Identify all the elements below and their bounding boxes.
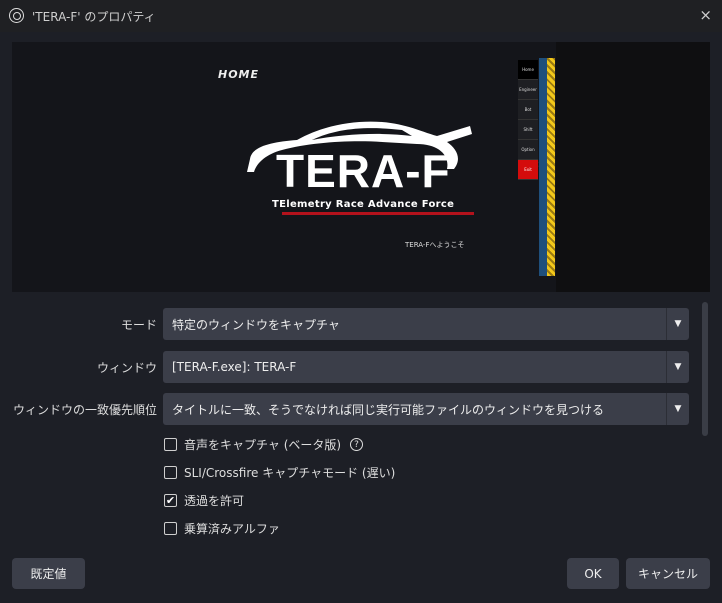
captured-window: HOME TERA-F TElemetry Race Advance Force… [12, 42, 556, 292]
checkbox-box[interactable] [164, 466, 177, 479]
logo-text: TERA-F [276, 145, 451, 197]
welcome-text: TERA-Fへようこそ [405, 241, 465, 249]
side-menu: Home Engineer Bot Shift Option Exit [518, 60, 538, 180]
menu-item-home: Home [518, 60, 538, 80]
sli-crossfire-checkbox[interactable]: SLI/Crossfire キャプチャモード (遅い) [164, 464, 395, 481]
checkbox-label: 乗算済みアルファ [184, 522, 280, 536]
home-heading: HOME [218, 68, 260, 81]
priority-label: ウィンドウの一致優先順位 [12, 403, 157, 417]
window-title: 'TERA-F' のプロパティ [32, 10, 156, 24]
close-icon[interactable]: × [699, 6, 712, 24]
hazard-strip [547, 58, 555, 276]
source-preview: HOME TERA-F TElemetry Race Advance Force… [12, 42, 710, 292]
cancel-button[interactable]: キャンセル [626, 558, 710, 589]
premultiplied-alpha-checkbox[interactable]: 乗算済みアルファ [164, 520, 280, 537]
obs-logo-icon [9, 8, 24, 23]
checkbox-box[interactable] [164, 522, 177, 535]
capture-audio-checkbox[interactable]: 音声をキャプチャ (ベータ版) ? [164, 436, 364, 453]
menu-item-option: Option [518, 140, 538, 160]
title-bar: 'TERA-F' のプロパティ × [0, 0, 722, 32]
window-value: [TERA-F.exe]: TERA-F [172, 360, 297, 374]
chevron-down-icon[interactable]: ▼ [666, 308, 689, 340]
checkbox-box[interactable] [164, 438, 177, 451]
window-label: ウィンドウ [96, 361, 157, 375]
blue-strip [539, 58, 547, 276]
scrollbar[interactable] [702, 302, 708, 436]
defaults-button[interactable]: 既定値 [12, 558, 85, 589]
menu-item-shift: Shift [518, 120, 538, 140]
logo-subtitle: TElemetry Race Advance Force [272, 199, 455, 210]
allow-transparency-checkbox[interactable]: ✔ 透過を許可 [164, 492, 244, 509]
chevron-down-icon[interactable]: ▼ [666, 351, 689, 383]
checkbox-label: SLI/Crossfire キャプチャモード (遅い) [184, 466, 396, 480]
menu-item-bot: Bot [518, 100, 538, 120]
help-icon[interactable]: ? [350, 438, 364, 451]
ok-button[interactable]: OK [567, 558, 619, 589]
menu-item-exit: Exit [518, 160, 538, 180]
mode-value: 特定のウィンドウをキャプチャ [172, 317, 340, 332]
menu-item-engineer: Engineer [518, 80, 538, 100]
checkbox-label: 音声をキャプチャ (ベータ版) [184, 438, 342, 452]
mode-label: モード [120, 318, 157, 332]
checkmark-icon[interactable]: ✔ [164, 494, 177, 507]
window-select[interactable]: [TERA-F.exe]: TERA-F ▼ [163, 351, 689, 383]
mode-select[interactable]: 特定のウィンドウをキャプチャ ▼ [163, 308, 689, 340]
priority-value: タイトルに一致、そうでなければ同じ実行可能ファイルのウィンドウを見つける [172, 402, 605, 417]
priority-select[interactable]: タイトルに一致、そうでなければ同じ実行可能ファイルのウィンドウを見つける ▼ [163, 393, 689, 425]
chevron-down-icon[interactable]: ▼ [666, 393, 689, 425]
checkbox-label: 透過を許可 [184, 494, 245, 508]
accent-line [282, 212, 474, 215]
